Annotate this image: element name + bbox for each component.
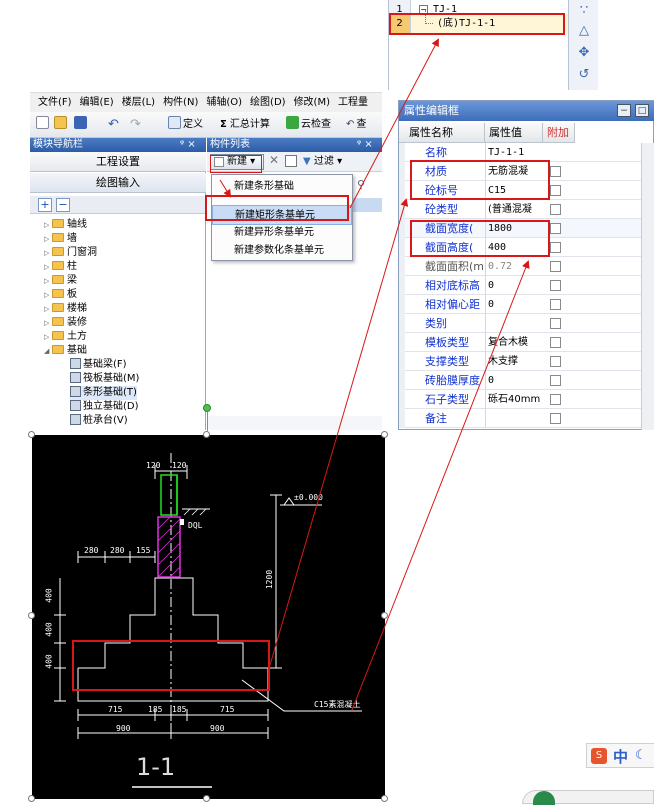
annotation-arrows (219, 38, 530, 711)
ime-toolbar[interactable]: S 中 ☾ (586, 743, 654, 768)
widget-icon[interactable] (533, 791, 555, 805)
ime-logo-icon: S (591, 748, 607, 764)
moon-icon[interactable]: ☾ (635, 748, 647, 763)
arrow-new-to-menu (219, 179, 232, 198)
bottom-widget (522, 790, 654, 805)
ime-chinese-mode[interactable]: 中 (613, 746, 628, 767)
arrow-base-to-props (269, 198, 409, 666)
arrow-note-to-section (351, 260, 530, 711)
arrow-menu-to-tree (349, 38, 439, 209)
